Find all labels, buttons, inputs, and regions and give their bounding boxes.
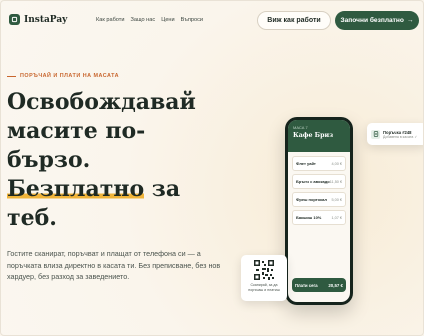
start-free-label: Започни безплатно bbox=[340, 17, 404, 24]
list-item[interactable]: Бакшиш 10% 1,07 € bbox=[292, 210, 346, 225]
order-items: Флет уайт 4,00 € Брънч с авокадо 11,50 €… bbox=[288, 152, 350, 225]
hero-subtext: Гостите сканират, поръчват и плащат от т… bbox=[7, 249, 221, 281]
logo-icon bbox=[9, 14, 20, 25]
start-free-button[interactable]: Започни безплатно → bbox=[335, 11, 419, 30]
headline-rest: за bbox=[144, 176, 181, 202]
pay-now-label: Плати сега bbox=[295, 282, 318, 288]
nav-link-why[interactable]: Защо нас bbox=[130, 17, 155, 23]
phone-header: МАСА 7 Кафе Бриз bbox=[288, 120, 350, 152]
top-nav: InstaPay Как работи Защо нас Цени Въпрос… bbox=[1, 1, 423, 39]
item-name: Брънч с авокадо bbox=[296, 179, 330, 184]
eyebrow-divider bbox=[7, 75, 16, 77]
nav-links: Как работи Защо нас Цени Въпроси bbox=[96, 17, 203, 23]
item-name: Бакшиш 10% bbox=[296, 215, 322, 220]
order-toast: Поръчка #248 Добавена в касата ✓ bbox=[367, 123, 423, 145]
list-item[interactable]: Фреш портокал 5,00 € bbox=[292, 192, 346, 207]
list-item[interactable]: Флет уайт 4,00 € bbox=[292, 156, 346, 171]
item-name: Фреш портокал bbox=[296, 197, 327, 202]
item-price: 4,00 € bbox=[331, 161, 342, 166]
eyebrow-text: ПОРЪЧАЙ И ПЛАТИ НА МАСАТА bbox=[20, 73, 119, 79]
qr-code-icon bbox=[253, 259, 275, 281]
hero-headline: Освобождавай масите по- бързо. Безплатно… bbox=[7, 88, 237, 233]
item-price: 5,00 € bbox=[331, 197, 342, 202]
item-price: 11,50 € bbox=[329, 179, 343, 184]
headline-highlight: Безплатно bbox=[7, 176, 145, 202]
hero-eyebrow: ПОРЪЧАЙ И ПЛАТИ НА МАСАТА bbox=[7, 73, 119, 79]
pay-now-button[interactable]: Плати сега 20,57 € bbox=[292, 278, 346, 292]
see-how-it-works-button[interactable]: Виж как работи bbox=[257, 11, 331, 30]
headline-line-1: Освобождавай bbox=[7, 89, 196, 115]
headline-line-2: масите по- bbox=[7, 118, 146, 144]
pay-total: 20,57 € bbox=[328, 282, 343, 288]
list-item[interactable]: Брънч с авокадо 11,50 € bbox=[292, 174, 346, 189]
logo[interactable]: InstaPay bbox=[9, 14, 67, 25]
landing-page: InstaPay Как работи Защо нас Цени Въпрос… bbox=[0, 0, 424, 336]
headline-line-3: бързо. bbox=[7, 147, 91, 173]
brand-name: InstaPay bbox=[24, 14, 68, 25]
qr-caption: Сканирай, за да поръчаш и платиш bbox=[248, 283, 280, 292]
headline-last: теб. bbox=[7, 205, 57, 231]
nav-link-how[interactable]: Как работи bbox=[96, 17, 124, 23]
toast-subtitle: Добавена в касата ✓ bbox=[383, 134, 418, 139]
phone-mockup: МАСА 7 Кафе Бриз Флет уайт 4,00 € Брънч … bbox=[285, 117, 353, 305]
arrow-right-icon: → bbox=[406, 17, 414, 24]
cafe-name: Кафе Бриз bbox=[293, 132, 334, 139]
item-name: Флет уайт bbox=[296, 161, 316, 166]
item-price: 1,07 € bbox=[331, 215, 342, 220]
nav-link-pricing[interactable]: Цени bbox=[161, 17, 174, 23]
receipt-icon bbox=[371, 129, 380, 139]
phone-screen: МАСА 7 Кафе Бриз Флет уайт 4,00 € Брънч … bbox=[288, 120, 350, 302]
table-number: МАСА 7 bbox=[293, 125, 308, 130]
qr-card: Сканирай, за да поръчаш и платиш bbox=[241, 255, 287, 301]
toast-text: Поръчка #248 Добавена в касата ✓ bbox=[383, 130, 417, 139]
nav-link-faq[interactable]: Въпроси bbox=[181, 17, 203, 23]
